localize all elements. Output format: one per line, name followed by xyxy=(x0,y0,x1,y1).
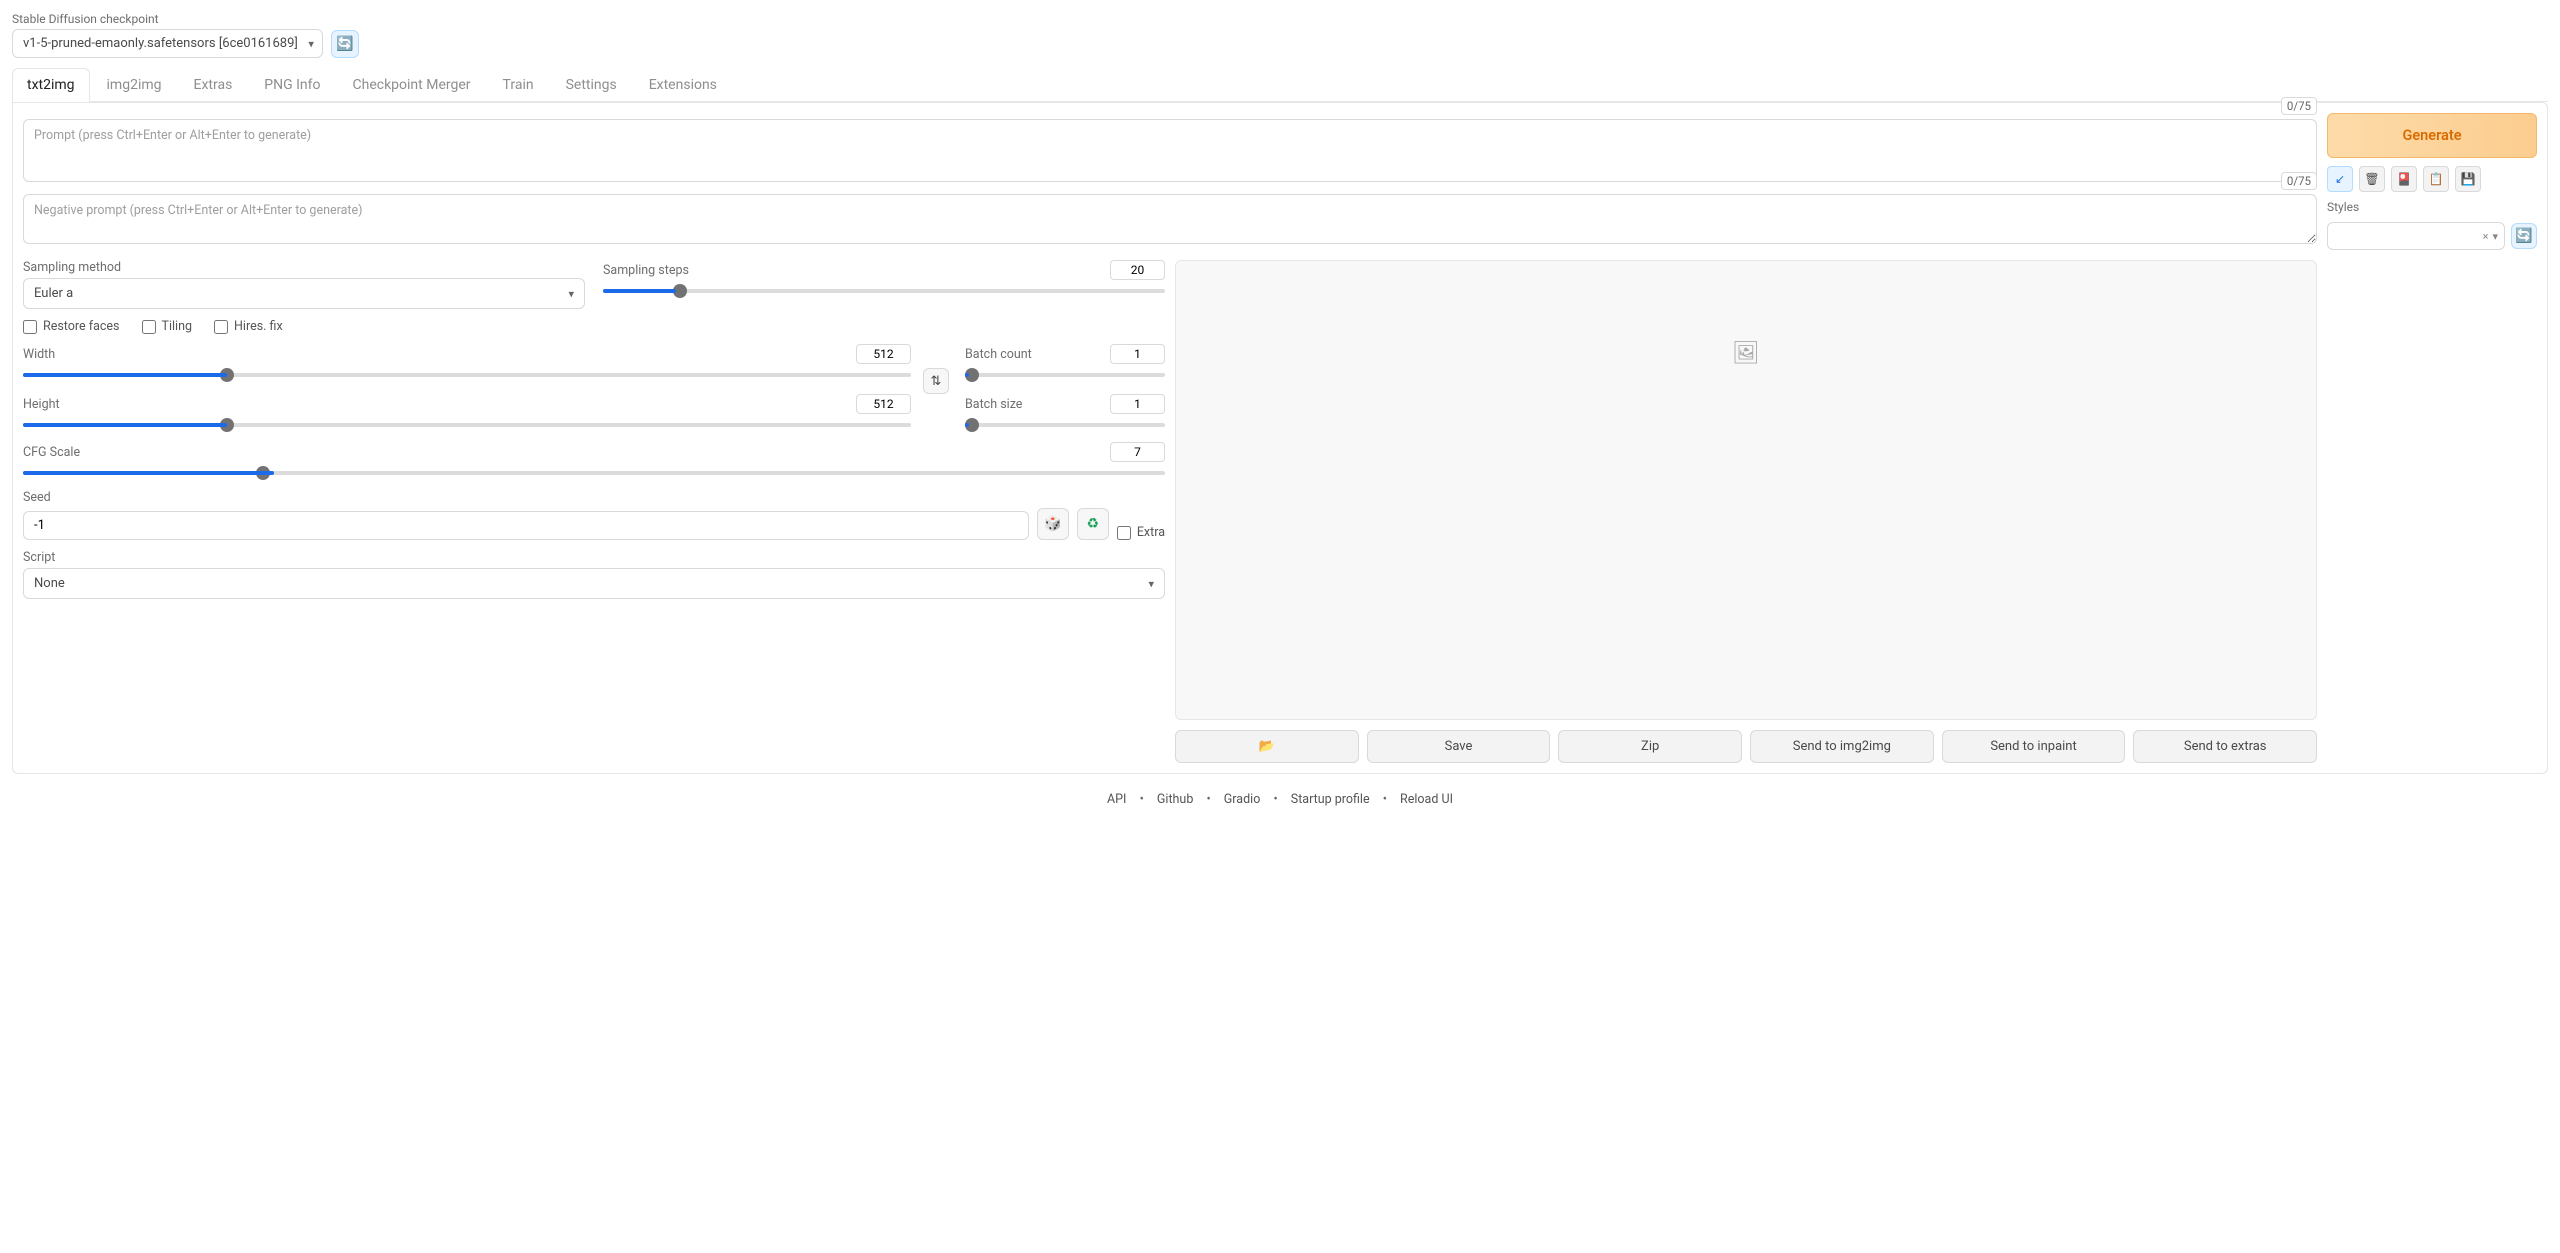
batch-count-label: Batch count xyxy=(965,347,1032,362)
tab-settings[interactable]: Settings xyxy=(551,68,632,101)
main-tabs: txt2img img2img Extras PNG Info Checkpoi… xyxy=(12,68,2548,102)
styles-preset-button[interactable]: 🎴 xyxy=(2391,166,2417,192)
trash-icon: 🗑 xyxy=(2364,172,2379,186)
tab-img2img[interactable]: img2img xyxy=(92,68,177,101)
prompt-counter: 0/75 xyxy=(2281,97,2317,115)
send-extras-button[interactable]: Send to extras xyxy=(2133,730,2317,763)
refresh-icon: 🔄 xyxy=(2515,228,2532,244)
styles-dropdown[interactable]: × ▾ xyxy=(2327,222,2505,250)
sampling-method-label: Sampling method xyxy=(23,260,585,275)
output-actions: 📂 Save Zip Send to img2img Send to inpai… xyxy=(1175,730,2317,763)
checkpoint-label: Stable Diffusion checkpoint xyxy=(12,12,323,26)
batch-size-slider[interactable] xyxy=(965,423,1165,427)
dice-icon: 🎲 xyxy=(1044,516,1061,532)
footer-api-link[interactable]: API xyxy=(1107,792,1126,807)
refresh-styles-button[interactable]: 🔄 xyxy=(2511,223,2537,249)
height-input[interactable] xyxy=(856,394,911,414)
negative-prompt-input[interactable] xyxy=(23,194,2317,244)
arrow-icon: ↙ xyxy=(2335,172,2345,186)
sampling-method-dropdown[interactable]: Euler a xyxy=(23,278,585,309)
chevron-down-icon: ▾ xyxy=(2492,230,2498,243)
generate-button[interactable]: Generate xyxy=(2327,113,2537,158)
clear-button[interactable]: 🗑 xyxy=(2359,166,2385,192)
clear-styles-icon[interactable]: × xyxy=(2483,230,2489,243)
cfg-slider[interactable] xyxy=(23,471,1165,475)
styles-label: Styles xyxy=(2327,200,2537,214)
checkpoint-value: v1-5-pruned-emaonly.safetensors [6ce0161… xyxy=(23,36,298,51)
zip-button[interactable]: Zip xyxy=(1558,730,1742,763)
height-slider[interactable] xyxy=(23,423,911,427)
cfg-label: CFG Scale xyxy=(23,445,80,460)
footer-startup-link[interactable]: Startup profile xyxy=(1291,792,1370,807)
tab-pnginfo[interactable]: PNG Info xyxy=(249,68,335,101)
footer: API • Github • Gradio • Startup profile … xyxy=(12,774,2548,815)
clipboard-button[interactable]: 📋 xyxy=(2423,166,2449,192)
checkpoint-row: Stable Diffusion checkpoint v1-5-pruned-… xyxy=(12,12,2548,58)
seed-label: Seed xyxy=(23,490,1165,505)
tiling-check[interactable]: Tiling xyxy=(142,319,193,334)
recycle-icon: ♻ xyxy=(1087,516,1100,532)
send-img2img-button[interactable]: Send to img2img xyxy=(1750,730,1934,763)
batch-size-label: Batch size xyxy=(965,397,1022,412)
save-style-button[interactable]: 💾 xyxy=(2455,166,2481,192)
txt2img-panel: 0/75 0/75 Sampling method Euler a xyxy=(12,102,2548,774)
seed-reuse-button[interactable]: ♻ xyxy=(1077,508,1109,540)
output-preview: 🖼 xyxy=(1175,260,2317,720)
batch-count-input[interactable] xyxy=(1110,344,1165,364)
prompt-input[interactable] xyxy=(23,119,2317,182)
tab-train[interactable]: Train xyxy=(488,68,549,101)
save-icon: 💾 xyxy=(2461,172,2476,186)
restore-faces-check[interactable]: Restore faces xyxy=(23,319,120,334)
sampling-steps-input[interactable] xyxy=(1110,260,1165,280)
checkpoint-dropdown[interactable]: v1-5-pruned-emaonly.safetensors [6ce0161… xyxy=(12,29,323,58)
refresh-checkpoint-button[interactable]: 🔄 xyxy=(331,30,359,58)
hires-fix-check[interactable]: Hires. fix xyxy=(214,319,283,334)
sampling-steps-label: Sampling steps xyxy=(603,263,689,278)
sampling-steps-slider[interactable] xyxy=(603,289,1165,293)
neg-prompt-counter: 0/75 xyxy=(2281,172,2317,190)
palette-icon: 🎴 xyxy=(2397,172,2412,186)
tab-extras[interactable]: Extras xyxy=(179,68,248,101)
send-inpaint-button[interactable]: Send to inpaint xyxy=(1942,730,2126,763)
footer-reload-link[interactable]: Reload UI xyxy=(1400,792,1453,807)
width-input[interactable] xyxy=(856,344,911,364)
cfg-input[interactable] xyxy=(1110,442,1165,462)
tab-checkpoint-merger[interactable]: Checkpoint Merger xyxy=(338,68,486,101)
seed-random-button[interactable]: 🎲 xyxy=(1037,508,1069,540)
script-dropdown[interactable]: None xyxy=(23,568,1165,599)
swap-dimensions-button[interactable]: ⇅ xyxy=(923,368,949,394)
refresh-icon: 🔄 xyxy=(336,36,353,52)
footer-github-link[interactable]: Github xyxy=(1157,792,1193,807)
seed-input[interactable] xyxy=(23,511,1029,540)
left-column: 0/75 0/75 Sampling method Euler a xyxy=(23,113,2317,763)
controls-and-output: Sampling method Euler a Sampling steps xyxy=(23,260,2317,763)
save-button[interactable]: Save xyxy=(1367,730,1551,763)
folder-icon: 📂 xyxy=(1259,739,1275,754)
open-folder-button[interactable]: 📂 xyxy=(1175,730,1359,763)
width-slider[interactable] xyxy=(23,373,911,377)
seed-extra-check[interactable]: Extra xyxy=(1117,525,1165,540)
arrow-button[interactable]: ↙ xyxy=(2327,166,2353,192)
script-label: Script xyxy=(23,550,1165,565)
controls-column: Sampling method Euler a Sampling steps xyxy=(23,260,1165,720)
clipboard-icon: 📋 xyxy=(2429,172,2444,186)
tab-txt2img[interactable]: txt2img xyxy=(12,68,90,101)
height-label: Height xyxy=(23,397,60,412)
swap-icon: ⇅ xyxy=(931,374,942,389)
width-label: Width xyxy=(23,347,55,362)
image-placeholder-icon: 🖼 xyxy=(1732,341,1760,366)
batch-size-input[interactable] xyxy=(1110,394,1165,414)
right-column: Generate ↙ 🗑 🎴 📋 💾 Styles × ▾ 🔄 xyxy=(2327,113,2537,763)
footer-gradio-link[interactable]: Gradio xyxy=(1224,792,1261,807)
tab-extensions[interactable]: Extensions xyxy=(634,68,732,101)
batch-count-slider[interactable] xyxy=(965,373,1165,377)
